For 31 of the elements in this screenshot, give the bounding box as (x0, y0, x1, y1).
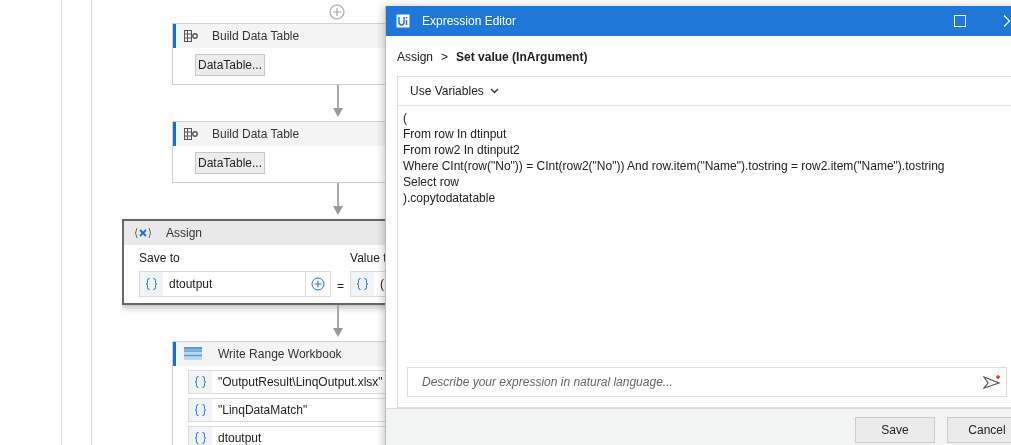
input-field[interactable]: ( (350, 271, 385, 297)
activity-title: Build Data Table (212, 29, 300, 43)
argument-field[interactable]: "LinqDataMatch" (188, 398, 385, 422)
code-line: From row In dtinput (403, 126, 508, 142)
input-field[interactable]: dtoutput (139, 271, 331, 297)
breadcrumb-current: Set value (InArgument) (456, 50, 588, 64)
code-editor[interactable]: ( From row In dtinput From row2 In dtinput2 Where CInt(row("No")) = CInt(row2("No")) And row.item("Name").tostring = row2.item("Name").tostring Select row ).copytodatatable (398, 106, 1011, 367)
datatable-button[interactable]: DataTable... (195, 54, 266, 76)
activity-title: Assign (166, 226, 203, 240)
code-line: From row2 In dtinput2 (403, 142, 521, 158)
dialog-button[interactable]: Save (855, 417, 935, 443)
code-line: Where CInt(row("No")) = CInt(row2("No")) And row.item("Name").tostring = row2.item("Name").tostring (403, 158, 946, 174)
datatable-button[interactable]: DataTable... (195, 152, 266, 174)
activity-title: Write Range Workbook (218, 347, 342, 361)
prompt-field[interactable]: Describe your expression in natural language... (407, 367, 1007, 397)
equals-sign: = (337, 279, 344, 295)
activity-card[interactable]: Build Data Table DataTable... (172, 121, 385, 183)
dialog-button[interactable]: Cancel (947, 417, 1011, 443)
use-variables-dropdown[interactable]: Use Variables (404, 83, 505, 99)
activity-title: Build Data Table (212, 127, 300, 141)
breadcrumb-separator: > (441, 50, 449, 64)
activity-card[interactable]: Build Data Table DataTable... (172, 23, 385, 85)
window-title: Expression Editor (422, 14, 518, 28)
argument-field[interactable]: dtoutput (188, 426, 385, 445)
code-line: ( (403, 110, 408, 126)
code-line: ).copytodatatable (403, 190, 497, 206)
field-label: Save to (139, 251, 181, 265)
code-line: Select row (403, 174, 461, 190)
breadcrumb-link[interactable]: Assign (397, 50, 434, 64)
argument-field[interactable]: "OutputResult\LinqOutput.xlsx" (188, 370, 385, 394)
activity-card[interactable]: Write Range Workbook "OutputResult\LinqOutput.xlsx" "LinqDataMatch" dtoutput (172, 341, 385, 445)
